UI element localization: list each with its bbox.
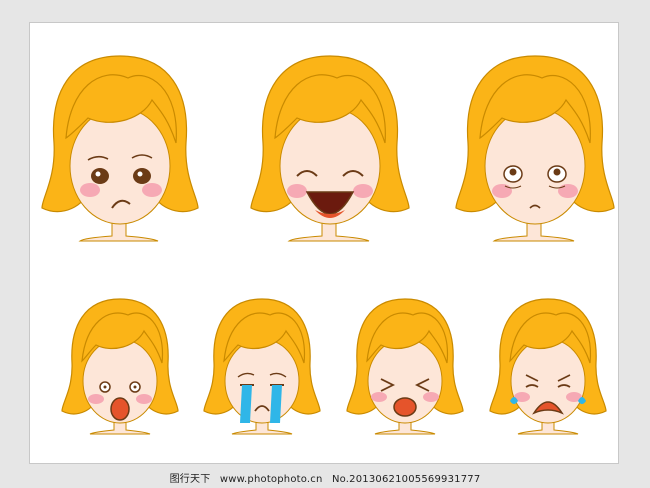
face-crying: [202, 293, 322, 438]
illustration-canvas: [29, 22, 619, 464]
watermark-image-no: No.20130621005569931777: [331, 474, 481, 485]
face-dazed: [450, 48, 620, 243]
watermark-site-url: www.photophoto.cn: [219, 474, 323, 485]
face-laughing: [245, 48, 415, 243]
watermark-site-name: 图行天下: [169, 474, 211, 485]
face-shocked: [60, 293, 180, 438]
face-sad: [40, 48, 200, 243]
face-sobbing: [488, 293, 608, 438]
watermark: 图行天下 www.photophoto.cn No.20130621005569…: [0, 470, 650, 485]
face-giggling: [345, 293, 465, 438]
